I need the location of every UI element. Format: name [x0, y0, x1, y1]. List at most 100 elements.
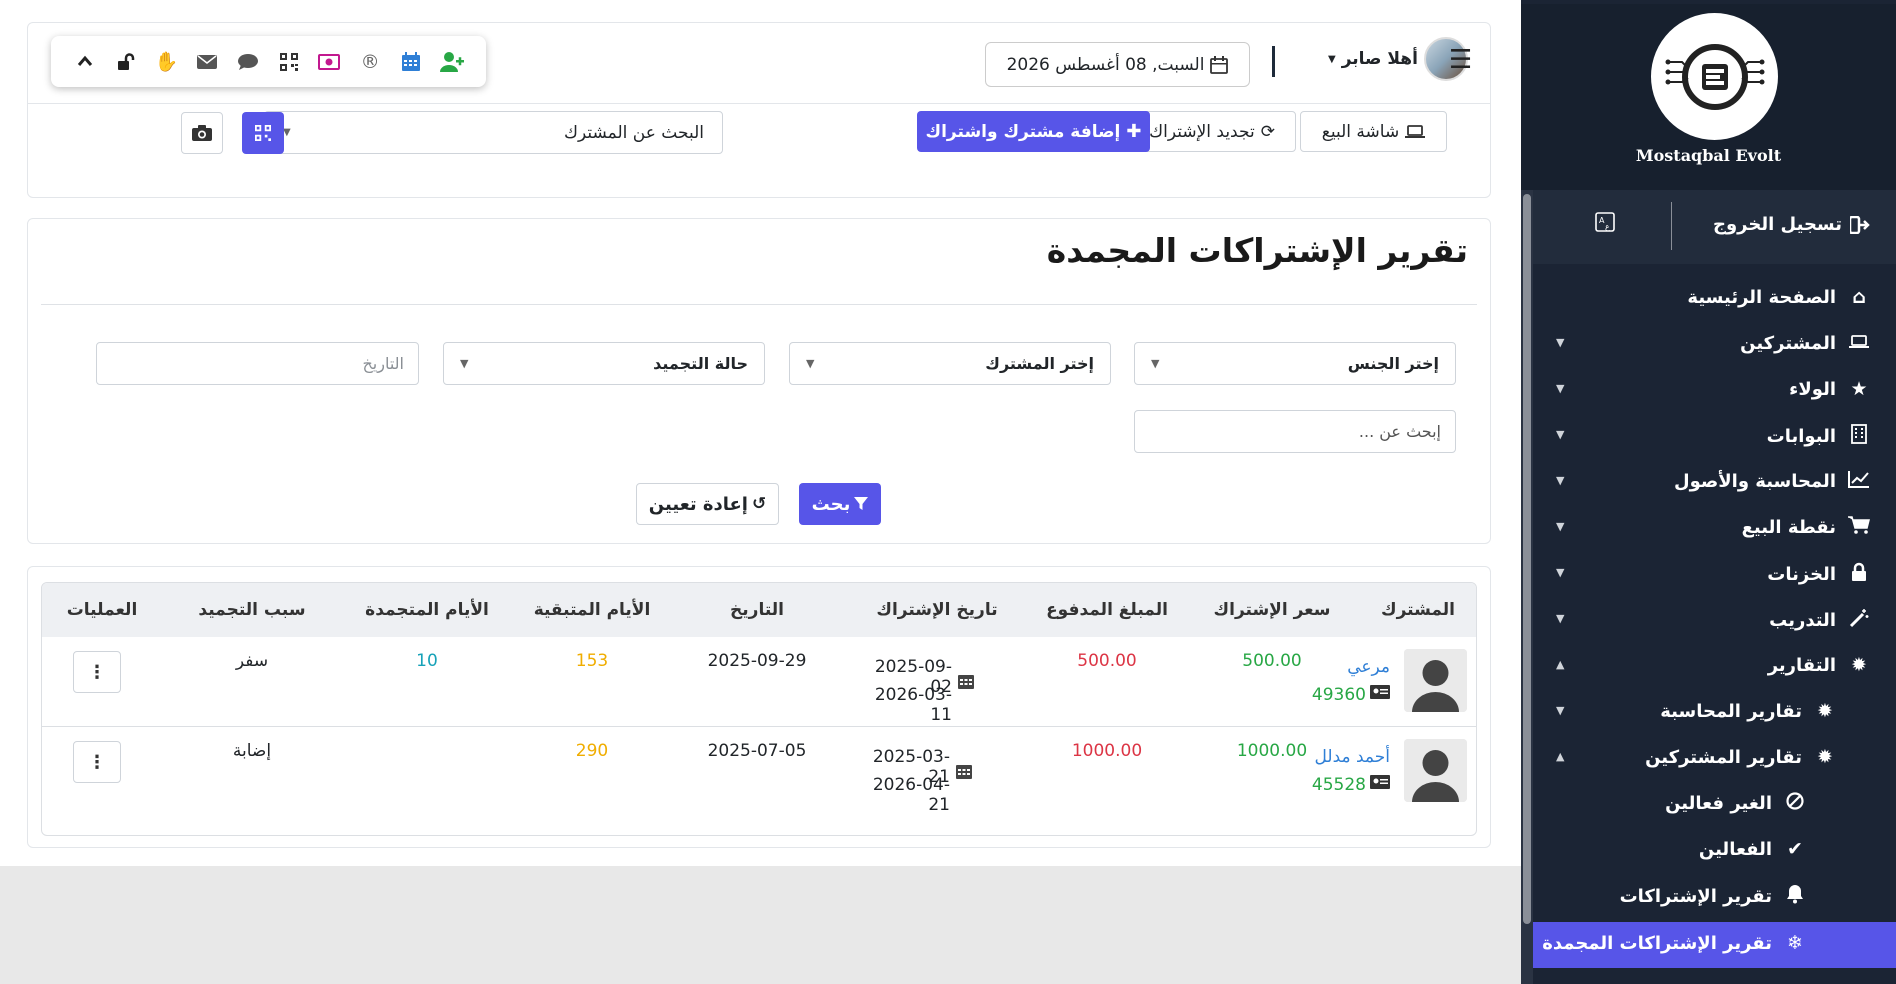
date: 2025-07-05	[707, 741, 807, 761]
hamburger-menu-icon[interactable]: ☰	[1449, 45, 1472, 75]
sidebar-item-label: المشتركين	[1740, 332, 1836, 354]
date-placeholder: التاريخ	[362, 354, 404, 373]
plus-icon: ✚	[1126, 121, 1142, 142]
sidebar-item-training[interactable]: التدريب ▼	[1533, 598, 1896, 644]
sidebar-item-frozen-subscriptions-report[interactable]: ❄ تقرير الإشتراكات المجمدة	[1533, 922, 1896, 968]
qrcode-icon[interactable]	[276, 49, 302, 75]
sidebar-item-label: الخزنات	[1767, 564, 1836, 585]
caret-down-icon: ▼	[460, 357, 469, 370]
subscriber-select[interactable]: إختر المشترك ▼	[789, 342, 1111, 385]
logo[interactable]	[1651, 13, 1778, 140]
sidebar-item-label: تقارير المحاسبة	[1660, 700, 1802, 722]
logout-button[interactable]: تسجيل الخروج	[1713, 214, 1870, 235]
sidebar-item-subscriber-reports[interactable]: ✹ تقارير المشتركين ▲	[1533, 736, 1896, 782]
sidebar-item-inactive[interactable]: الغير فعالين	[1533, 782, 1896, 828]
subscriber-select-value: إختر المشترك	[985, 354, 1094, 373]
price: 1000.00	[1236, 741, 1308, 761]
user-plus-icon[interactable]	[439, 49, 465, 75]
date-input[interactable]: التاريخ	[96, 342, 419, 385]
bell-icon	[1784, 884, 1806, 909]
renew-subscription-button[interactable]: ⟳ تجديد الإشتراك	[1128, 111, 1296, 152]
lock-icon	[1848, 562, 1870, 587]
main-content: ✋ ® السبت, 08 أغسطس 2026 أهلا صابر ▼ ☰ ش…	[0, 0, 1524, 866]
paid: 1000.00	[1071, 741, 1143, 761]
envelope-icon[interactable]	[194, 49, 220, 75]
gender-select-value: إختر الجنس	[1347, 354, 1439, 373]
row-actions-button[interactable]: ⋮	[73, 741, 121, 783]
col-price: سعر الإشتراك	[1213, 600, 1331, 620]
divider	[41, 304, 1477, 305]
subscriber-id-value: 45528	[1311, 775, 1366, 795]
remaining-days: 290	[575, 741, 609, 761]
reset-button[interactable]: ↺ إعادة تعيين	[636, 483, 779, 525]
unlock-icon[interactable]	[113, 49, 139, 75]
hand-icon[interactable]: ✋	[154, 49, 180, 75]
undo-icon: ↺	[751, 494, 767, 514]
data-table: المشترك سعر الإشتراك المبلغ المدفوع تاري…	[41, 582, 1477, 836]
caret-down-icon[interactable]: ▼	[1328, 54, 1336, 65]
language-icon[interactable]: Aع	[1595, 212, 1615, 237]
money-icon[interactable]	[316, 49, 342, 75]
avatar	[1404, 739, 1467, 802]
sidebar-scrollbar[interactable]	[1521, 190, 1533, 984]
col-paid: المبلغ المدفوع	[1046, 600, 1168, 620]
sidebar-item-gates[interactable]: البوابات ▼	[1533, 414, 1896, 460]
filter-card: تقرير الإشتراكات المجمدة إختر الجنس ▼ إخ…	[27, 218, 1491, 544]
sale-screen-button[interactable]: شاشة البيع	[1300, 111, 1447, 152]
freeze-status-select[interactable]: حالة التجميد ▼	[443, 342, 765, 385]
sidebar-item-loyalty[interactable]: ★ الولاء ▼	[1533, 368, 1896, 414]
caret-down-icon: ▼	[283, 127, 291, 138]
sidebar-item-label: الغير فعالين	[1665, 793, 1772, 814]
user-menu[interactable]: أهلا صابر ▼	[1328, 37, 1468, 81]
search-input[interactable]: إبحث عن ...	[1134, 410, 1456, 453]
caret-down-icon: ▼	[1151, 357, 1160, 370]
registered-icon[interactable]: ®	[357, 49, 383, 75]
paid: 500.00	[1077, 651, 1137, 671]
caret-down-icon: ▼	[1556, 566, 1565, 579]
price: 500.00	[1242, 651, 1302, 671]
sidebar-item-accounting-reports[interactable]: ✹ تقارير المحاسبة ▼	[1533, 690, 1896, 736]
sidebar-item-reports[interactable]: ✹ التقارير ▲	[1533, 644, 1896, 690]
calendar-icon[interactable]	[398, 49, 424, 75]
caret-down-icon: ▼	[1556, 474, 1565, 487]
sidebar-header: Mostaqbal Evolt	[1521, 4, 1896, 190]
col-remaining: الأيام المتبقية	[533, 600, 651, 620]
table-card: المشترك سعر الإشتراك المبلغ المدفوع تاري…	[27, 566, 1491, 848]
frozen-days: 10	[416, 651, 438, 671]
gender-select[interactable]: إختر الجنس ▼	[1134, 342, 1456, 385]
sidebar-item-accounting[interactable]: المحاسبة والأصول ▼	[1533, 460, 1896, 506]
comment-icon[interactable]	[235, 49, 261, 75]
sidebar-item-active[interactable]: ✔ الفعالين	[1533, 828, 1896, 874]
scrollbar-thumb[interactable]	[1523, 194, 1531, 924]
sidebar-item-label: نقطة البيع	[1741, 517, 1836, 538]
ban-icon	[1784, 792, 1806, 815]
sidebar-item-safes[interactable]: الخزنات ▼	[1533, 552, 1896, 598]
greeting[interactable]: أهلا صابر	[1342, 49, 1418, 69]
sidebar-item-subscriptions-report[interactable]: تقرير الإشتراكات	[1533, 874, 1896, 920]
caret-down-icon: ▼	[1556, 520, 1565, 533]
col-sub-date: تاريخ الإشتراك	[876, 600, 998, 620]
end-date: 2026-03-11	[874, 685, 952, 725]
subscriber-search-select[interactable]: البحث عن المشترك ▼	[264, 111, 723, 154]
cart-icon	[1848, 516, 1870, 539]
divider	[1272, 46, 1275, 77]
sidebar-item-label: الصفحة الرئيسية	[1687, 286, 1836, 308]
sidebar-item-subscribers[interactable]: المشتركين ▼	[1533, 322, 1896, 368]
check-icon: ✔	[1787, 838, 1803, 860]
bug-icon: ✹	[1817, 700, 1833, 722]
search-button[interactable]: بحث	[799, 483, 881, 525]
brand-name: Mostaqbal Evolt	[1635, 146, 1782, 165]
building-icon	[1848, 424, 1870, 449]
sidebar-item-label: تقرير الإشتراكات	[1619, 886, 1772, 907]
caret-down-icon: ▼	[1556, 704, 1565, 717]
add-subscriber-button[interactable]: ✚ إضافة مشترك واشتراك	[917, 111, 1150, 152]
qr-scan-button[interactable]	[242, 112, 284, 154]
chevron-up-icon[interactable]	[72, 49, 98, 75]
date: 2025-09-29	[707, 651, 807, 671]
sidebar-item-pos[interactable]: نقطة البيع ▼	[1533, 506, 1896, 552]
camera-button[interactable]	[181, 112, 223, 154]
subscriber-id: 45528	[1292, 775, 1390, 795]
magic-icon	[1848, 608, 1870, 633]
sidebar-item-home[interactable]: ⌂ الصفحة الرئيسية	[1533, 276, 1896, 322]
row-actions-button[interactable]: ⋮	[73, 651, 121, 693]
